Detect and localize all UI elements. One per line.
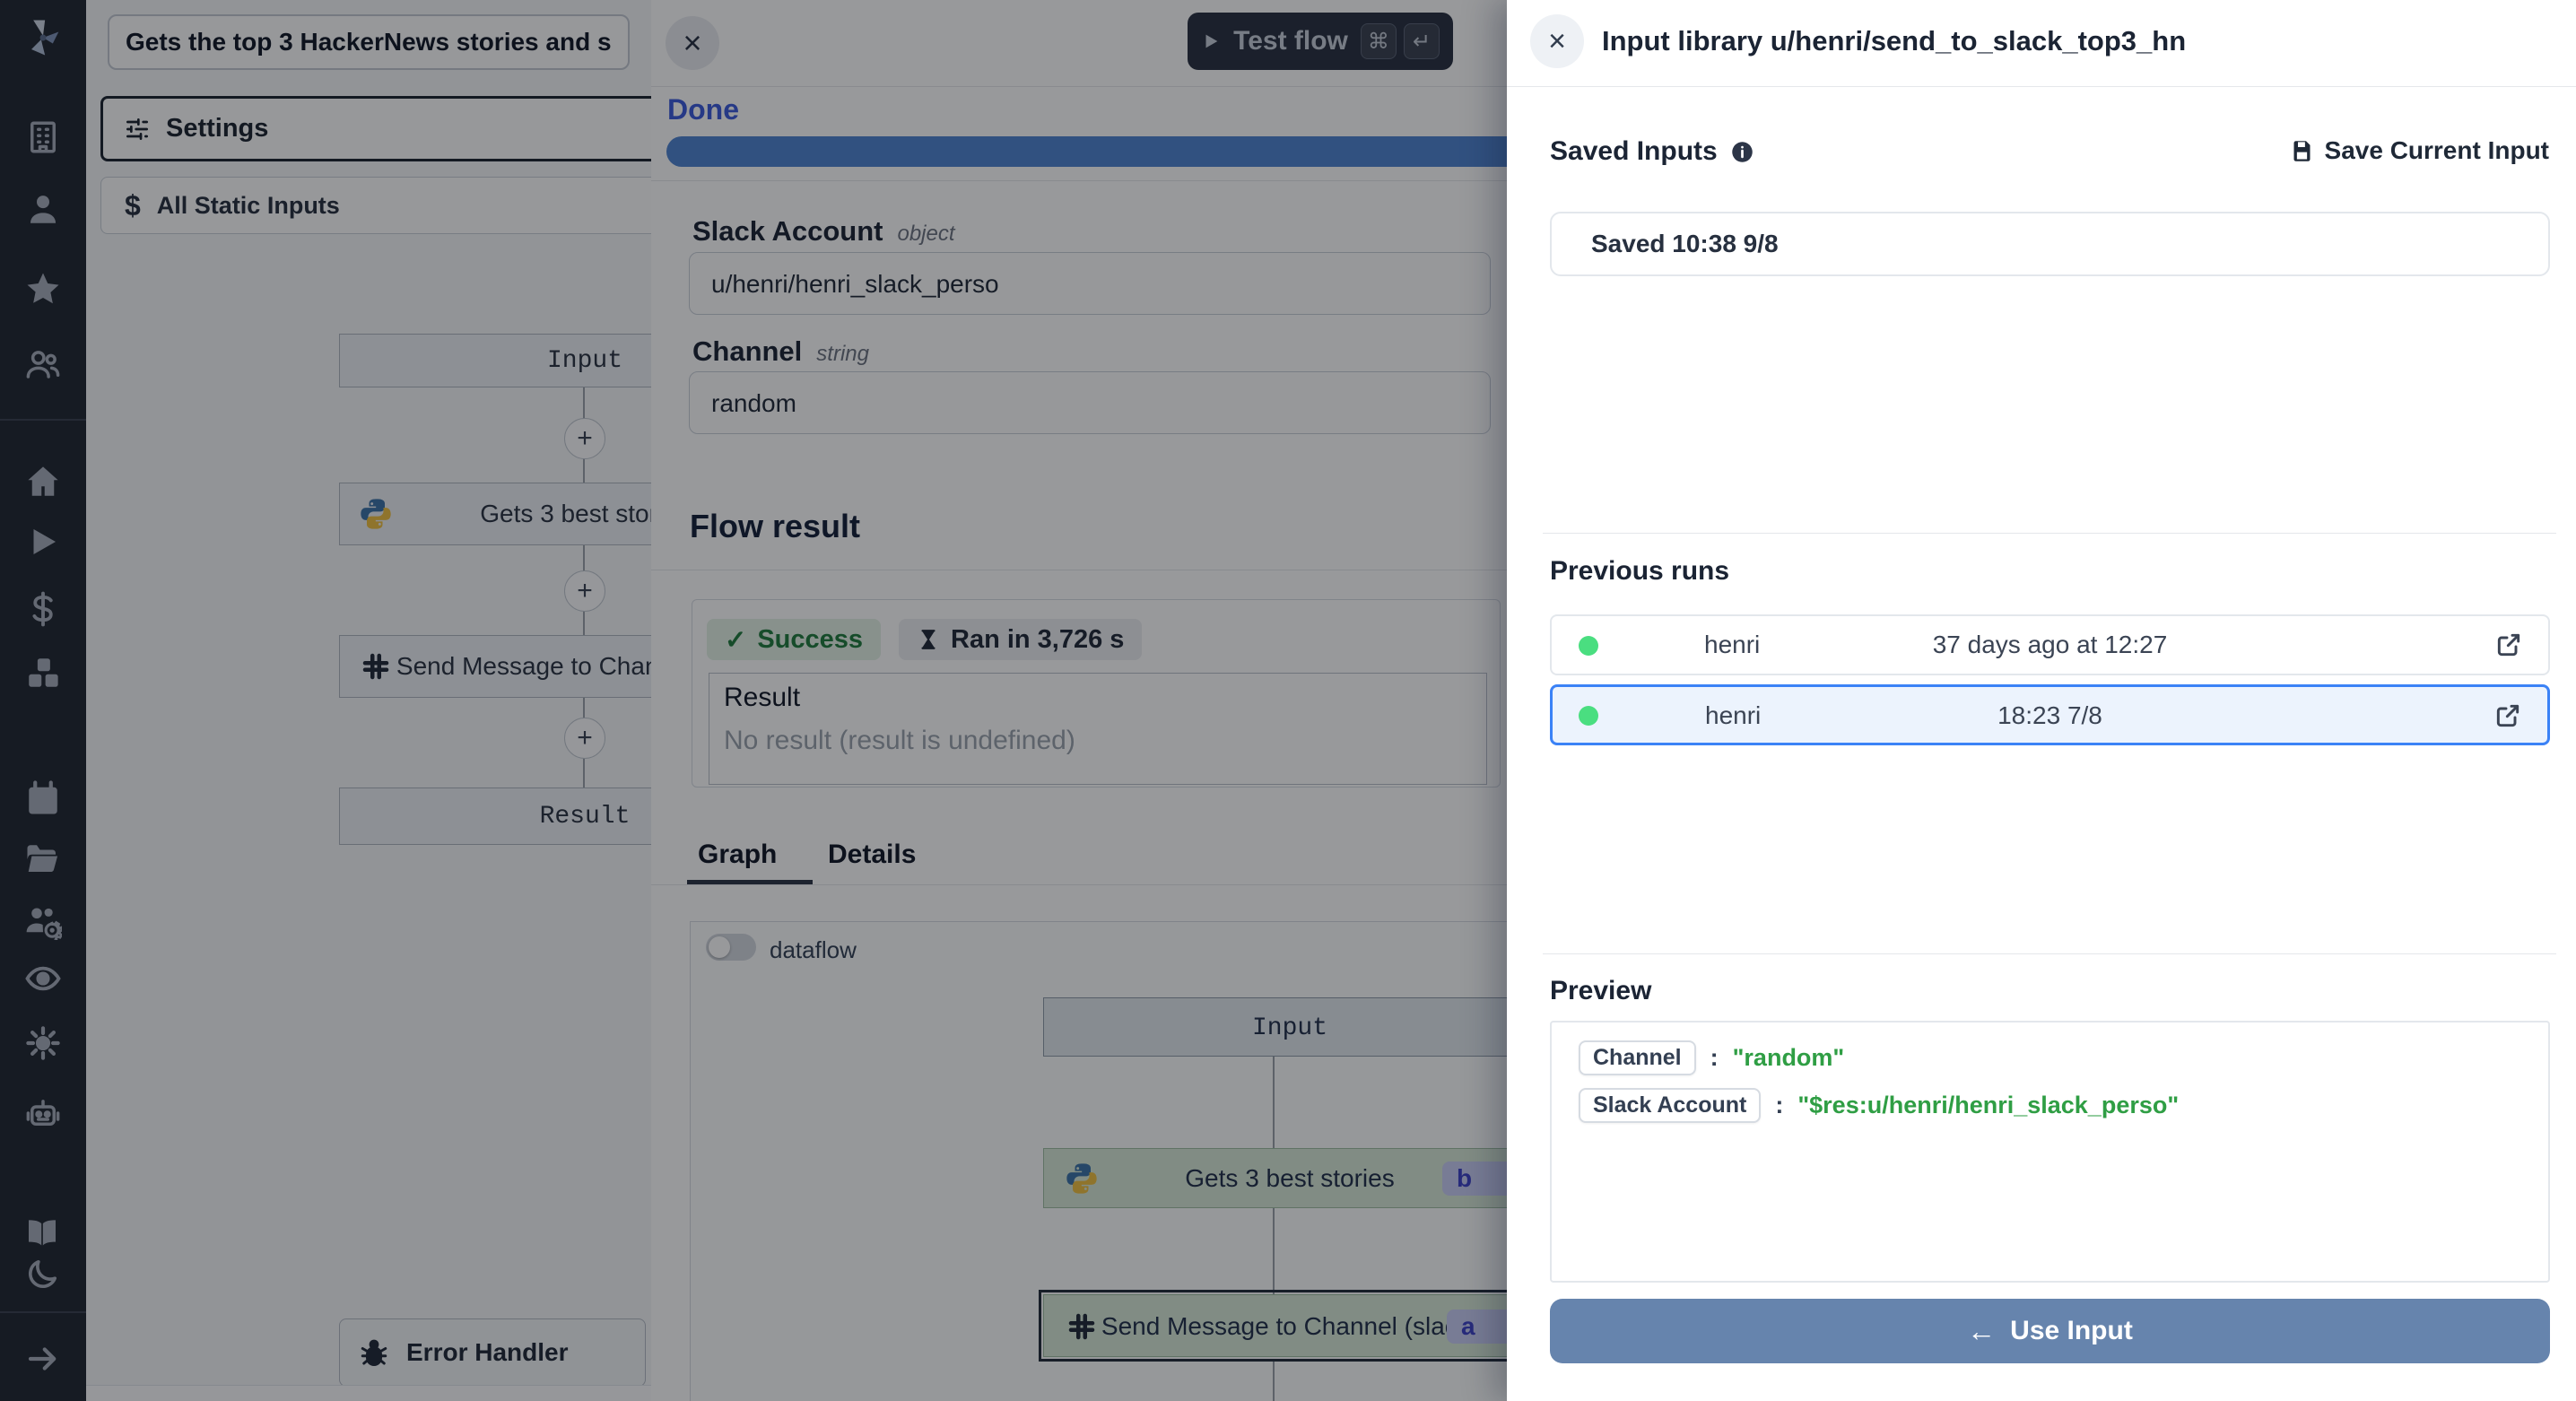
saved-input-item[interactable]: Saved 10:38 9/8 [1550, 212, 2550, 276]
external-link-icon[interactable] [2493, 701, 2522, 730]
use-input-button[interactable]: ← Use Input [1550, 1299, 2550, 1363]
divider [1543, 533, 2556, 534]
input-library-drawer: × Input library u/henri/send_to_slack_to… [1507, 0, 2576, 1401]
colon: : [1710, 1044, 1719, 1072]
colon: : [1775, 1092, 1783, 1119]
run-time: 18:23 7/8 [1553, 687, 2547, 744]
flow-editor-app: Gets the top 3 HackerNews stories and s … [0, 0, 2576, 1401]
preview-key: Channel [1579, 1040, 1696, 1075]
preview-heading: Preview [1550, 976, 1651, 1006]
close-icon: × [1548, 24, 1566, 59]
previous-run-row-selected[interactable]: henri 18:23 7/8 [1550, 684, 2550, 745]
preview-entry: Channel : "random" [1579, 1040, 2521, 1075]
divider [1543, 953, 2556, 954]
external-link-icon[interactable] [2494, 631, 2523, 659]
run-time: 37 days ago at 12:27 [1552, 616, 2548, 674]
modal-dim-overlay[interactable] [0, 0, 1507, 1401]
preview-key: Slack Account [1579, 1088, 1761, 1123]
saved-input-label: Saved 10:38 9/8 [1591, 213, 1779, 274]
arrow-left-icon: ← [1967, 1315, 1996, 1348]
save-icon [2290, 139, 2314, 163]
input-preview-box: Channel : "random" Slack Account : "$res… [1550, 1021, 2550, 1283]
divider [1507, 86, 2576, 87]
previous-run-row[interactable]: henri 37 days ago at 12:27 [1550, 614, 2550, 675]
saved-inputs-heading: Saved Inputs [1550, 136, 1754, 167]
preview-entry: Slack Account : "$res:u/henri/henri_slac… [1579, 1088, 2521, 1123]
use-input-label: Use Input [2010, 1316, 2133, 1346]
previous-runs-heading: Previous runs [1550, 556, 1729, 587]
info-icon[interactable] [1730, 140, 1754, 164]
preview-value: "random" [1733, 1044, 1845, 1072]
save-current-input-button[interactable]: Save Current Input [2290, 136, 2549, 165]
preview-value: "$res:u/henri/henri_slack_perso" [1797, 1092, 2179, 1119]
save-current-input-label: Save Current Input [2325, 136, 2549, 165]
drawer-title: Input library u/henri/send_to_slack_top3… [1602, 25, 2186, 57]
close-drawer-button[interactable]: × [1530, 14, 1584, 68]
